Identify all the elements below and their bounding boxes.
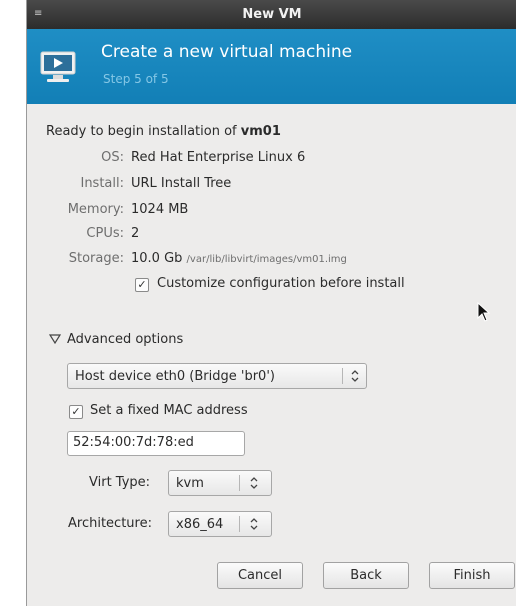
mac-address-input[interactable] [73, 435, 233, 450]
virtual-machine-icon [40, 51, 76, 82]
virt-type-value: kvm [176, 476, 204, 491]
architecture-value: x86_64 [176, 517, 224, 532]
up-down-arrows-icon [250, 518, 258, 530]
architecture-label: Architecture: [68, 516, 152, 531]
mac-address-field[interactable] [67, 431, 245, 456]
customize-checkbox[interactable]: ✓ [135, 278, 149, 292]
architecture-divider [239, 516, 240, 532]
network-select[interactable]: Host device eth0 (Bridge 'br0') [67, 363, 367, 389]
virt-type-select[interactable]: kvm [168, 470, 272, 496]
expander-triangle-icon[interactable] [49, 334, 61, 344]
memory-label: Memory: [67, 202, 124, 217]
cpus-value: 2 [131, 226, 140, 241]
advanced-options-label[interactable]: Advanced options [67, 332, 183, 347]
storage-size: 10.0 Gb [131, 251, 183, 266]
title-bar[interactable]: ≡ New VM [27, 0, 516, 29]
vm-name: vm01 [240, 124, 281, 139]
back-button[interactable]: Back [323, 562, 409, 589]
fixed-mac-checkbox[interactable]: ✓ [69, 405, 83, 419]
storage-path: /var/lib/libvirt/images/vm01.img [186, 254, 347, 265]
fixed-mac-label[interactable]: Set a fixed MAC address [90, 403, 248, 418]
ready-prefix: Ready to begin installation of [46, 124, 237, 139]
step-indicator: Step 5 of 5 [103, 72, 169, 86]
up-down-arrows-icon [250, 477, 258, 489]
header-title: Create a new virtual machine [101, 42, 353, 62]
cancel-button[interactable]: Cancel [217, 562, 303, 589]
cpus-label: CPUs: [86, 226, 124, 241]
window-title: New VM [242, 7, 302, 22]
customize-label[interactable]: Customize configuration before install [157, 276, 405, 291]
virt-type-divider [239, 475, 240, 491]
install-value: URL Install Tree [131, 176, 232, 191]
mouse-pointer-icon [477, 302, 491, 322]
network-select-value: Host device eth0 (Bridge 'br0') [75, 369, 275, 384]
os-value: Red Hat Enterprise Linux 6 [131, 150, 306, 165]
storage-value: 10.0 Gb /var/lib/libvirt/images/vm01.img [131, 251, 347, 266]
new-vm-window: ≡ New VM Create a new virtual machine St… [26, 0, 516, 606]
install-label: Install: [80, 176, 124, 191]
network-select-divider [342, 368, 343, 384]
memory-value: 1024 MB [131, 202, 189, 217]
virt-type-label: Virt Type: [89, 475, 151, 490]
os-label: OS: [101, 150, 124, 165]
storage-label: Storage: [68, 251, 124, 266]
finish-button[interactable]: Finish [429, 562, 515, 589]
header-banner: Create a new virtual machine Step 5 of 5 [27, 29, 516, 104]
up-down-arrows-icon [351, 370, 359, 382]
architecture-select[interactable]: x86_64 [168, 511, 272, 537]
ready-line: Ready to begin installation of vm01 [46, 124, 281, 139]
